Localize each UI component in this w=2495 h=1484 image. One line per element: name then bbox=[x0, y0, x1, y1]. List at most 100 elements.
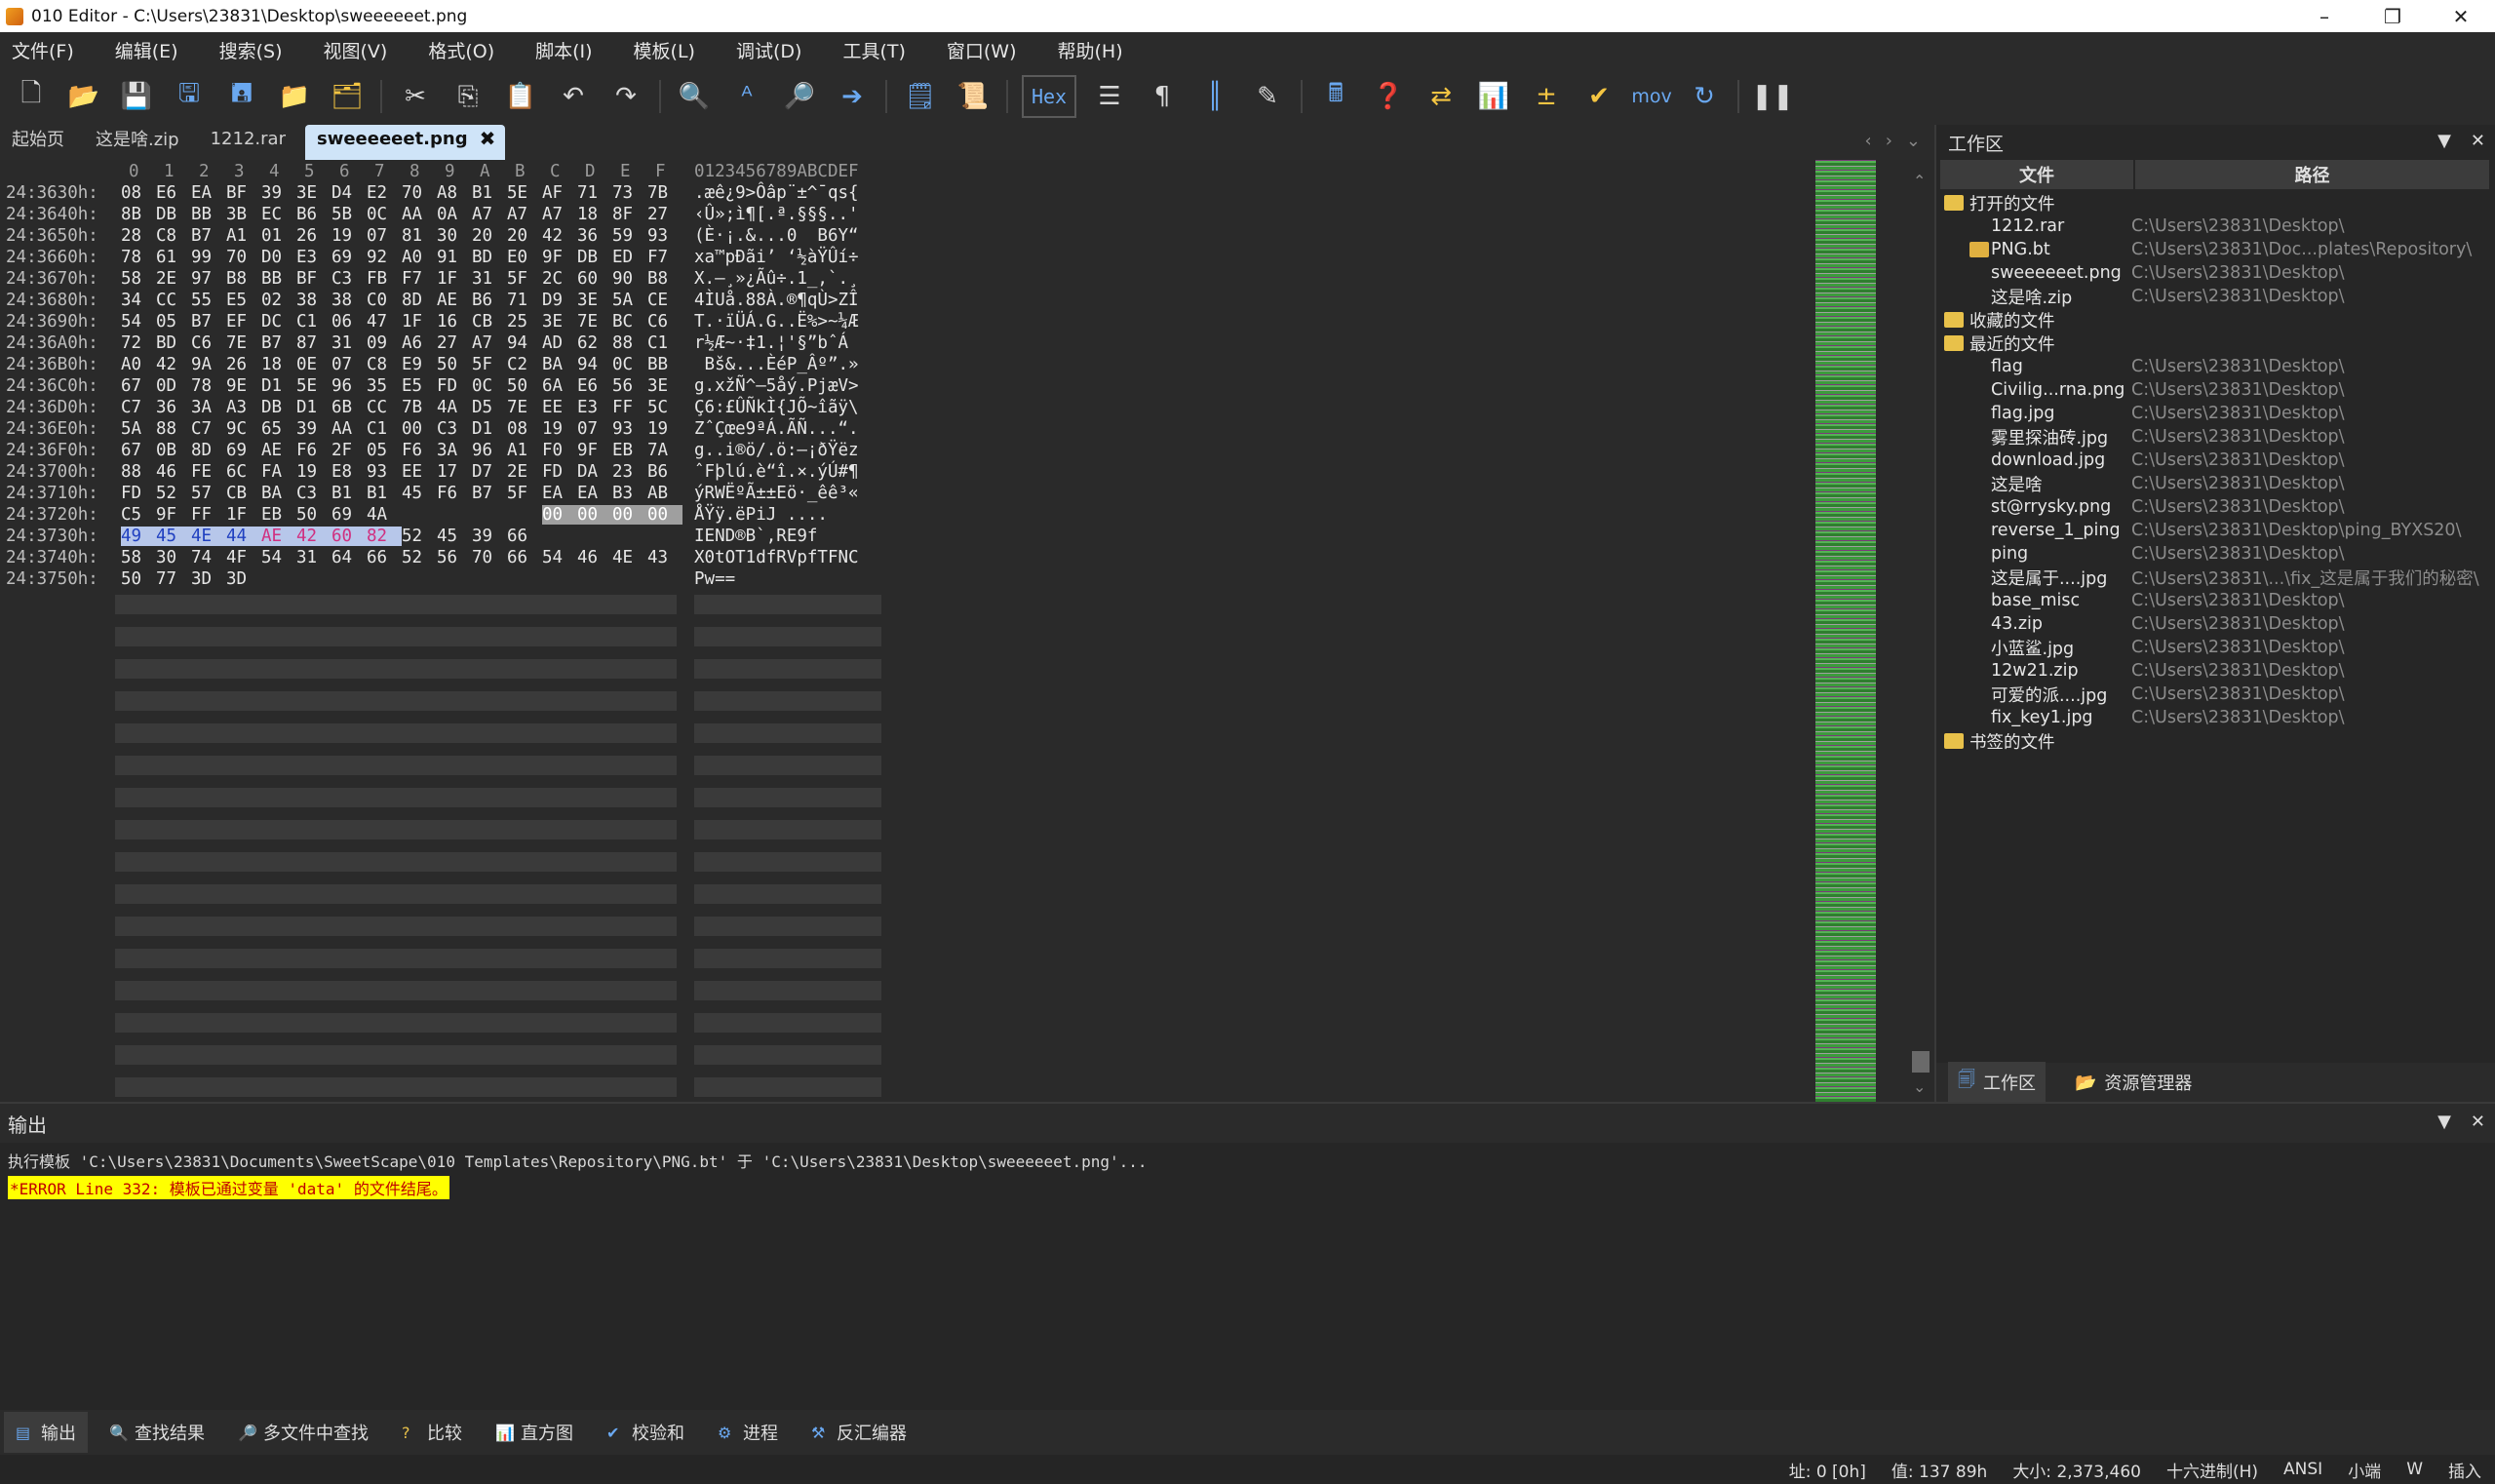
hex-byte[interactable]: 50 bbox=[507, 376, 542, 396]
pause-icon[interactable]: ❚❚ bbox=[1751, 77, 1794, 116]
hex-byte[interactable]: 18 bbox=[577, 205, 612, 224]
replace-icon[interactable]: ᴬ bbox=[727, 77, 766, 116]
redo-icon[interactable]: ↷ bbox=[606, 77, 645, 116]
hex-byte[interactable]: 06 bbox=[331, 312, 367, 332]
hex-byte[interactable]: 82 bbox=[367, 527, 402, 546]
hex-byte[interactable]: 93 bbox=[647, 226, 682, 246]
hex-byte[interactable]: 43 bbox=[647, 548, 682, 567]
hex-row[interactable]: 24:3670h: 58 2E 97 B8 BB BF C3 FB F7 1F 31 5F 2C 60 90 B… bbox=[0, 269, 897, 291]
hex-byte[interactable]: 81 bbox=[402, 226, 437, 246]
hex-byte[interactable]: 67 bbox=[121, 376, 156, 396]
scroll-down-icon[interactable]: ⌄ bbox=[1913, 1077, 1926, 1096]
hex-byte[interactable]: E9 bbox=[402, 355, 437, 374]
hex-byte[interactable]: 5A bbox=[612, 291, 647, 310]
hex-byte[interactable]: 07 bbox=[577, 419, 612, 439]
hex-byte[interactable]: 3E bbox=[647, 376, 682, 396]
hex-byte[interactable]: 52 bbox=[402, 548, 437, 567]
hex-byte[interactable]: B6 bbox=[296, 205, 331, 224]
hex-byte[interactable]: EE bbox=[542, 398, 577, 417]
row-ascii[interactable]: g..i®ö/.ö:–¡ðŸëz bbox=[694, 441, 859, 460]
row-ascii[interactable]: X0tOT1dfRVpfTFNC bbox=[694, 548, 859, 567]
hex-byte[interactable]: 66 bbox=[367, 548, 402, 567]
hex-byte[interactable]: 74 bbox=[191, 548, 226, 567]
status-encoding[interactable]: ANSI bbox=[2283, 1460, 2322, 1479]
output-close-icon[interactable]: ✕ bbox=[2471, 1112, 2485, 1132]
hex-byte[interactable]: F6 bbox=[437, 484, 472, 503]
hex-byte[interactable]: 34 bbox=[121, 291, 156, 310]
hex-byte[interactable]: B6 bbox=[472, 291, 507, 310]
status-insert[interactable]: 插入 bbox=[2448, 1458, 2481, 1482]
hex-byte[interactable]: 9A bbox=[191, 355, 226, 374]
text-mode-icon[interactable]: ☰ bbox=[1090, 77, 1129, 116]
row-ascii[interactable]: ÅŸÿ.ëPiJ .... bbox=[694, 505, 828, 525]
hex-byte[interactable]: 69 bbox=[331, 248, 367, 267]
hex-byte[interactable]: 99 bbox=[191, 248, 226, 267]
row-ascii[interactable]: IEND®B`‚RE9f bbox=[694, 527, 817, 546]
hex-byte[interactable]: F7 bbox=[402, 269, 437, 289]
hex-byte[interactable]: 1F bbox=[402, 312, 437, 332]
hex-byte[interactable]: A7 bbox=[472, 333, 507, 353]
menu-templates[interactable]: 模板(L) bbox=[630, 35, 699, 65]
hex-byte[interactable]: 8D bbox=[191, 441, 226, 460]
hex-byte[interactable]: EB bbox=[612, 441, 647, 460]
tree-group[interactable]: 收藏的文件 bbox=[1936, 308, 2495, 332]
menu-tools[interactable]: 工具(T) bbox=[838, 35, 909, 65]
hex-byte[interactable]: D5 bbox=[472, 398, 507, 417]
output-menu-icon[interactable]: ▼ bbox=[2437, 1112, 2451, 1132]
hex-byte[interactable]: 00 bbox=[402, 419, 437, 439]
hex-byte[interactable]: DA bbox=[577, 462, 612, 482]
hex-byte[interactable]: 71 bbox=[577, 183, 612, 203]
column-file[interactable]: 文件 bbox=[1940, 160, 2135, 189]
hex-byte[interactable]: 49 bbox=[121, 527, 156, 546]
tree-item[interactable]: Civilig...rna.png C:\Users\23831\Desktop\ bbox=[1936, 378, 2495, 402]
hex-byte[interactable]: 08 bbox=[507, 419, 542, 439]
tab-output[interactable]: ▤ 输出 bbox=[4, 1412, 88, 1453]
hex-byte[interactable]: D9 bbox=[542, 291, 577, 310]
restore-button[interactable]: ❐ bbox=[2359, 0, 2427, 32]
tab-png-file[interactable]: sweeeeeet.png ✖ bbox=[304, 125, 506, 160]
hex-byte[interactable]: DC bbox=[261, 312, 296, 332]
hex-byte[interactable]: 00 bbox=[577, 505, 612, 525]
tree-group[interactable]: 最近的文件 bbox=[1936, 332, 2495, 355]
hex-byte[interactable]: C8 bbox=[156, 226, 191, 246]
hex-mode-button[interactable]: Hex bbox=[1022, 75, 1076, 118]
hex-byte[interactable]: 6A bbox=[542, 376, 577, 396]
save-all-icon[interactable]: 🖪 bbox=[222, 77, 261, 116]
tree-item[interactable]: base_misc C:\Users\23831\Desktop\ bbox=[1936, 589, 2495, 612]
hex-byte[interactable]: 26 bbox=[296, 226, 331, 246]
hex-byte[interactable]: 00 bbox=[647, 505, 682, 525]
hex-byte[interactable]: EC bbox=[261, 205, 296, 224]
hex-byte[interactable]: 50 bbox=[437, 355, 472, 374]
hex-byte[interactable]: 88 bbox=[156, 419, 191, 439]
hex-byte[interactable]: A1 bbox=[226, 226, 261, 246]
hex-byte[interactable]: 0D bbox=[156, 376, 191, 396]
hex-byte[interactable]: EB bbox=[261, 505, 296, 525]
hex-byte[interactable]: 56 bbox=[612, 376, 647, 396]
hex-byte[interactable]: C8 bbox=[367, 355, 402, 374]
hex-byte[interactable]: ED bbox=[612, 248, 647, 267]
hex-row[interactable]: 24:3650h: 28 C8 B7 A1 01 26 19 07 81 30 20 20 42 36 59 9… bbox=[0, 226, 897, 248]
hex-byte[interactable]: C3 bbox=[437, 419, 472, 439]
hex-byte[interactable]: 64 bbox=[331, 548, 367, 567]
hex-byte[interactable]: 2C bbox=[542, 269, 577, 289]
hex-byte[interactable]: E0 bbox=[507, 248, 542, 267]
hex-byte[interactable]: B7 bbox=[191, 226, 226, 246]
hex-byte[interactable]: EA bbox=[542, 484, 577, 503]
inspector-icon[interactable]: ❓ bbox=[1369, 77, 1408, 116]
hex-byte[interactable]: 5E bbox=[296, 376, 331, 396]
hex-byte[interactable]: 44 bbox=[226, 527, 261, 546]
hex-byte[interactable]: 55 bbox=[191, 291, 226, 310]
hex-byte[interactable]: 62 bbox=[577, 333, 612, 353]
hex-byte[interactable]: 70 bbox=[402, 183, 437, 203]
hex-byte[interactable]: DB bbox=[156, 205, 191, 224]
hex-byte[interactable]: 31 bbox=[472, 269, 507, 289]
hex-byte[interactable]: B1 bbox=[472, 183, 507, 203]
run-template-icon[interactable]: 📜 bbox=[954, 77, 993, 116]
hex-byte[interactable]: C3 bbox=[331, 269, 367, 289]
tree-item[interactable]: 这是啥 C:\Users\23831\Desktop\ bbox=[1936, 472, 2495, 495]
hex-byte[interactable]: C2 bbox=[507, 355, 542, 374]
hex-byte[interactable]: 39 bbox=[261, 183, 296, 203]
row-ascii[interactable]: ˆFþlú.è“î.×.ýÚ#¶ bbox=[694, 462, 859, 482]
hex-byte[interactable]: C7 bbox=[121, 398, 156, 417]
hex-byte[interactable]: C7 bbox=[191, 419, 226, 439]
